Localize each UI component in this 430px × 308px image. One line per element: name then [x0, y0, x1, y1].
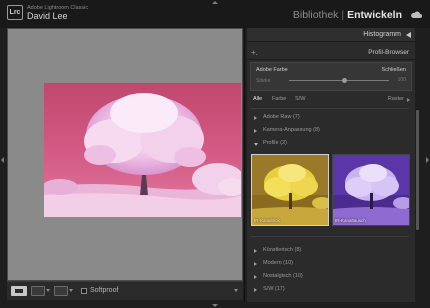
before-after-button[interactable] [31, 286, 45, 296]
histogram-header[interactable]: Histogramm [247, 28, 415, 42]
group-label: Profile (2) [263, 140, 287, 146]
triangle-left-icon[interactable] [406, 32, 411, 38]
current-profile-name: Adobe Farbe [256, 67, 288, 73]
triangle-down-icon [254, 143, 258, 146]
image-canvas[interactable] [7, 28, 243, 281]
profile-thumbnail-ir-channel-trick[interactable]: IR-Kanaltrick [251, 154, 329, 226]
amount-slider-track[interactable] [289, 80, 389, 81]
divider [251, 108, 409, 109]
top-panel-toggle-icon[interactable] [212, 1, 218, 4]
add-profile-button[interactable]: +. [251, 48, 258, 57]
view-mode-dropdown[interactable]: Raster [388, 96, 404, 102]
lightroom-logo-icon: Lrc [7, 5, 23, 20]
profile-thumbnail-ir-channel-swap[interactable]: IR-Kanaltausch [332, 154, 410, 226]
toolbar-menu-icon[interactable] [234, 289, 238, 292]
profile-browser-title: Profil-Browser [368, 49, 409, 56]
filter-color[interactable]: Farbe [272, 96, 286, 102]
thumbnail-caption: IR-Kanaltrick [254, 218, 280, 223]
bottom-panel-toggle-icon[interactable] [212, 304, 218, 307]
compare-dropdown-icon[interactable] [69, 289, 73, 292]
right-panel-toggle-icon[interactable] [426, 157, 429, 163]
loupe-icon [15, 289, 23, 293]
group-label: Adobe Raw (7) [263, 114, 300, 120]
compare-view-button[interactable] [54, 286, 68, 296]
loupe-view-button[interactable] [11, 286, 27, 296]
amount-slider-handle[interactable] [341, 78, 347, 83]
group-label: Modern (10) [263, 260, 293, 266]
bottom-toolbar: Softproof [7, 281, 243, 300]
profile-group-camera-matching[interactable]: Kamera-Anpassung (8) [253, 127, 403, 137]
close-profile-browser-button[interactable]: Schließen [382, 67, 406, 73]
right-panel: Histogramm +. Profil-Browser Adobe Farbe… [247, 28, 415, 302]
module-separator: | [341, 9, 345, 21]
filter-bw[interactable]: S/W [295, 96, 305, 102]
amount-value[interactable]: 100 [398, 77, 406, 83]
user-name[interactable]: David Lee [27, 11, 68, 21]
before-after-dropdown-icon[interactable] [46, 289, 50, 292]
profile-filter-bar: Alle Farbe S/W Raster [247, 94, 415, 106]
group-label: Nostalgisch (10) [263, 273, 303, 279]
module-develop-link[interactable]: Entwickeln [347, 9, 402, 21]
softproof-checkbox[interactable] [81, 288, 87, 294]
thumbnail-caption: IR-Kanaltausch [335, 218, 366, 223]
right-panel-border [244, 28, 245, 302]
infrared-tree-photo [44, 83, 241, 217]
triangle-right-icon [254, 275, 257, 279]
cloud-icon[interactable] [410, 11, 422, 18]
profile-browser-header: +. Profil-Browser [247, 47, 415, 60]
left-panel-toggle-icon[interactable] [1, 157, 4, 163]
triangle-right-icon [254, 262, 257, 266]
triangle-right-icon [254, 249, 257, 253]
chevron-right-icon[interactable] [407, 98, 410, 102]
filter-all[interactable]: Alle [253, 96, 262, 102]
softproof-label: Softproof [90, 287, 119, 294]
profile-group-vintage[interactable]: Nostalgisch (10) [253, 273, 403, 283]
top-bar: Lrc Adobe Lightroom Classic David Lee Bi… [0, 0, 430, 28]
triangle-right-icon [254, 129, 257, 133]
divider [251, 236, 409, 237]
profile-group-profiles[interactable]: Profile (2) [253, 140, 403, 150]
profile-group-adobe-raw[interactable]: Adobe Raw (7) [253, 114, 403, 124]
group-label: Kamera-Anpassung (8) [263, 127, 320, 133]
group-label: Künstlerisch (8) [263, 247, 302, 253]
amount-label: Stärke [256, 78, 271, 84]
triangle-right-icon [254, 288, 257, 292]
profile-group-modern[interactable]: Modern (10) [253, 260, 403, 270]
module-picker: Bibliothek | Entwickeln [293, 9, 402, 21]
profile-group-artistic[interactable]: Künstlerisch (8) [253, 247, 403, 257]
histogram-title: Histogramm [363, 31, 401, 38]
module-library-link[interactable]: Bibliothek [293, 9, 339, 21]
profile-group-bw[interactable]: S/W (17) [253, 286, 403, 296]
triangle-right-icon [254, 116, 257, 120]
profile-current-box: Adobe Farbe Schließen Stärke 100 [250, 62, 412, 91]
right-panel-scrollbar[interactable] [416, 110, 419, 230]
group-label: S/W (17) [263, 286, 285, 292]
